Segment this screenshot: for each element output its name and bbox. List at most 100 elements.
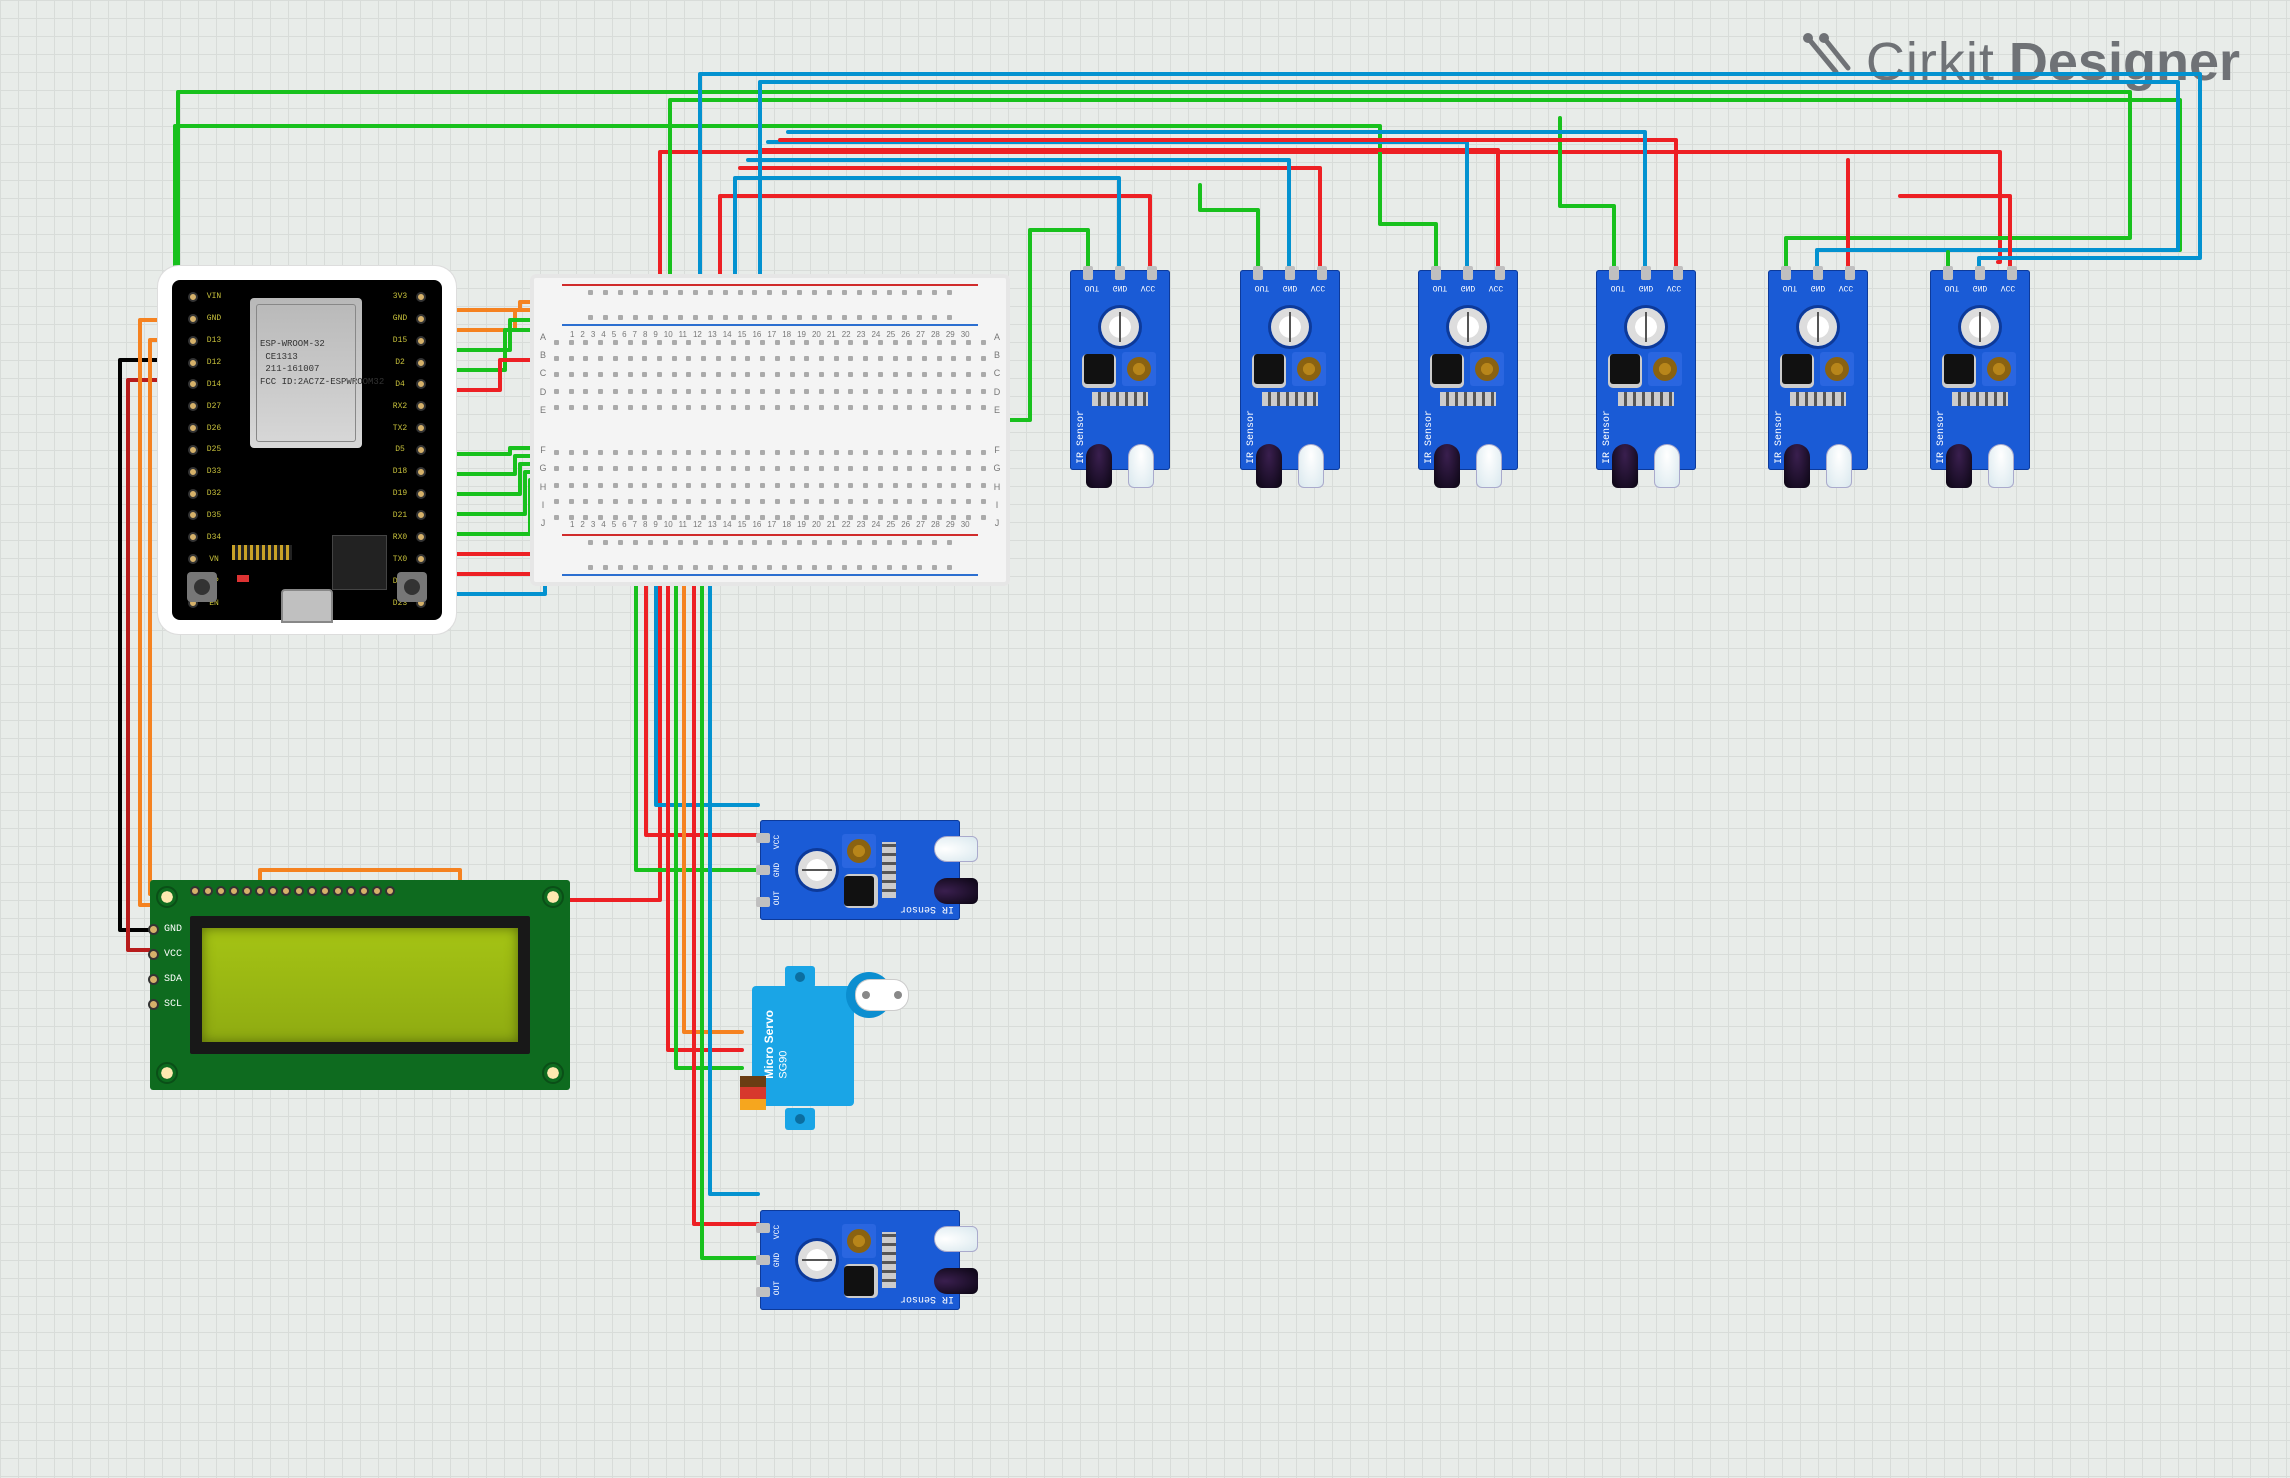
breadboard-hole[interactable]: [767, 540, 772, 545]
breadboard-hole[interactable]: [672, 499, 677, 504]
ir-sensor-ir3[interactable]: OUTGNDVCCIR Sensor: [1418, 270, 1518, 470]
breadboard-hole[interactable]: [951, 405, 956, 410]
breadboard-hole[interactable]: [588, 565, 593, 570]
breadboard-hole[interactable]: [672, 356, 677, 361]
breadboard-hole[interactable]: [848, 356, 853, 361]
breadboard-hole[interactable]: [642, 340, 647, 345]
breadboard-hole[interactable]: [937, 483, 942, 488]
breadboard-hole[interactable]: [633, 540, 638, 545]
breadboard-hole[interactable]: [752, 565, 757, 570]
breadboard-hole[interactable]: [790, 499, 795, 504]
breadboard-hole[interactable]: [937, 340, 942, 345]
breadboard-hole[interactable]: [598, 356, 603, 361]
breadboard-hole[interactable]: [618, 565, 623, 570]
breadboard-hole[interactable]: [966, 450, 971, 455]
breadboard-hole[interactable]: [613, 515, 618, 520]
breadboard-hole[interactable]: [657, 450, 662, 455]
breadboard-hole[interactable]: [738, 540, 743, 545]
breadboard-hole[interactable]: [782, 290, 787, 295]
lcd-header-pin[interactable]: [346, 886, 356, 896]
ir-pin-out[interactable]: [1253, 266, 1263, 280]
breadboard-hole[interactable]: [752, 540, 757, 545]
breadboard-hole[interactable]: [657, 515, 662, 520]
breadboard-hole[interactable]: [893, 450, 898, 455]
breadboard-hole[interactable]: [760, 483, 765, 488]
breadboard-hole[interactable]: [603, 540, 608, 545]
breadboard-hole[interactable]: [598, 450, 603, 455]
breadboard-hole[interactable]: [966, 340, 971, 345]
breadboard-hole[interactable]: [760, 499, 765, 504]
breadboard-hole[interactable]: [878, 466, 883, 471]
breadboard-hole[interactable]: [613, 372, 618, 377]
breadboard-hole[interactable]: [887, 290, 892, 295]
breadboard-hole[interactable]: [603, 290, 608, 295]
breadboard-hole[interactable]: [686, 515, 691, 520]
breadboard-hole[interactable]: [981, 499, 986, 504]
breadboard-hole[interactable]: [937, 515, 942, 520]
breadboard-hole[interactable]: [598, 340, 603, 345]
breadboard-hole[interactable]: [790, 356, 795, 361]
breadboard-hole[interactable]: [937, 499, 942, 504]
breadboard-hole[interactable]: [642, 450, 647, 455]
breadboard-hole[interactable]: [872, 565, 877, 570]
breadboard-hole[interactable]: [922, 356, 927, 361]
breadboard-hole[interactable]: [723, 540, 728, 545]
lcd-header-pin[interactable]: [372, 886, 382, 896]
breadboard-hole[interactable]: [848, 372, 853, 377]
lcd-i2c-pad[interactable]: [148, 974, 159, 985]
breadboard-hole[interactable]: [760, 372, 765, 377]
breadboard-hole[interactable]: [554, 499, 559, 504]
breadboard-hole[interactable]: [672, 450, 677, 455]
lcd-i2c-pad[interactable]: [148, 924, 159, 935]
breadboard-hole[interactable]: [672, 466, 677, 471]
breadboard-hole[interactable]: [738, 565, 743, 570]
breadboard-hole[interactable]: [966, 405, 971, 410]
lcd-header-pin[interactable]: [242, 886, 252, 896]
breadboard-hole[interactable]: [966, 372, 971, 377]
breadboard-hole[interactable]: [804, 372, 809, 377]
breadboard-hole[interactable]: [775, 466, 780, 471]
breadboard-hole[interactable]: [767, 315, 772, 320]
breadboard-hole[interactable]: [863, 450, 868, 455]
breadboard-hole[interactable]: [657, 389, 662, 394]
breadboard-hole[interactable]: [648, 540, 653, 545]
breadboard-hole[interactable]: [863, 483, 868, 488]
breadboard-hole[interactable]: [745, 450, 750, 455]
breadboard-hole[interactable]: [907, 499, 912, 504]
lcd-header-pin[interactable]: [320, 886, 330, 896]
breadboard-hole[interactable]: [842, 315, 847, 320]
breadboard-hole[interactable]: [701, 499, 706, 504]
breadboard-hole[interactable]: [628, 483, 633, 488]
ir-sensitivity-trimpot[interactable]: [1648, 352, 1682, 386]
breadboard-hole[interactable]: [937, 356, 942, 361]
lcd-header-pin[interactable]: [333, 886, 343, 896]
breadboard-hole[interactable]: [857, 315, 862, 320]
breadboard-hole[interactable]: [745, 356, 750, 361]
ir-sensitivity-trimpot[interactable]: [1982, 352, 2016, 386]
breadboard-hole[interactable]: [775, 499, 780, 504]
breadboard-hole[interactable]: [569, 483, 574, 488]
breadboard-hole[interactable]: [857, 290, 862, 295]
breadboard-hole[interactable]: [708, 315, 713, 320]
ir-pin-vcc[interactable]: [1495, 266, 1505, 280]
breadboard-hole[interactable]: [893, 466, 898, 471]
breadboard-hole[interactable]: [760, 515, 765, 520]
breadboard-hole[interactable]: [628, 450, 633, 455]
breadboard-hole[interactable]: [598, 483, 603, 488]
breadboard-hole[interactable]: [790, 340, 795, 345]
esp32-devkit[interactable]: ESP-WROOM-32 CE1313 211-161007 FCC ID:2A…: [172, 280, 442, 620]
breadboard-hole[interactable]: [628, 499, 633, 504]
breadboard-hole[interactable]: [775, 340, 780, 345]
breadboard-hole[interactable]: [790, 466, 795, 471]
breadboard-hole[interactable]: [760, 340, 765, 345]
breadboard-hole[interactable]: [731, 340, 736, 345]
breadboard-hole[interactable]: [701, 450, 706, 455]
breadboard-hole[interactable]: [827, 565, 832, 570]
breadboard-hole[interactable]: [588, 290, 593, 295]
breadboard-hole[interactable]: [657, 340, 662, 345]
breadboard-hole[interactable]: [819, 372, 824, 377]
breadboard-hole[interactable]: [738, 290, 743, 295]
breadboard-hole[interactable]: [797, 540, 802, 545]
breadboard-hole[interactable]: [812, 315, 817, 320]
breadboard-hole[interactable]: [701, 389, 706, 394]
